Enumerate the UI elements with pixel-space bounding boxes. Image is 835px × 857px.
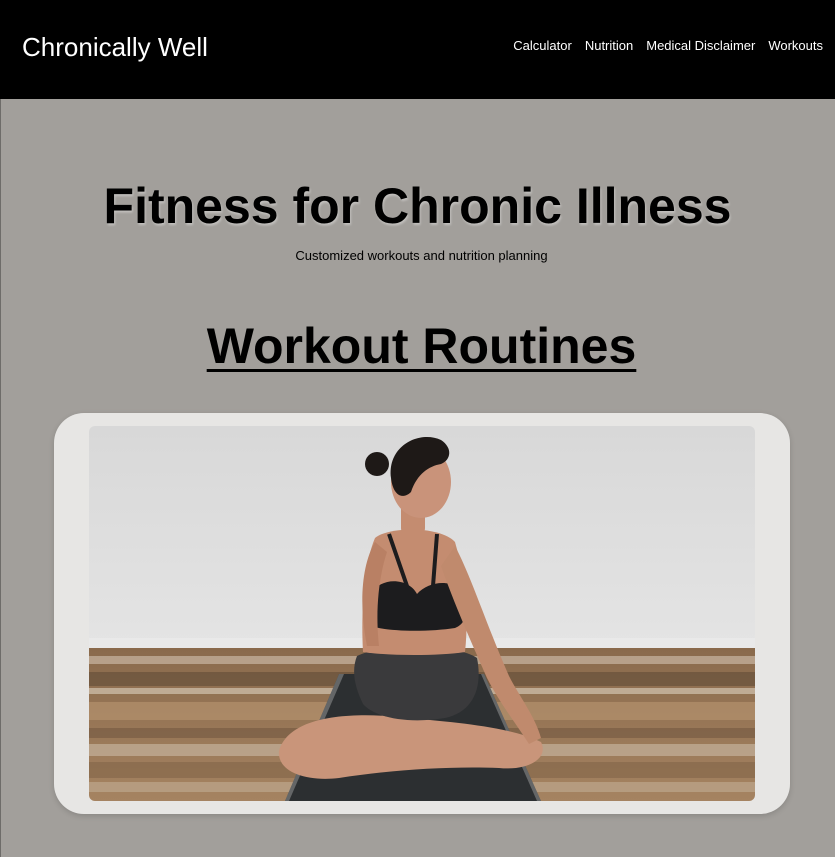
brand-link[interactable]: Chronically Well (22, 31, 208, 63)
yoga-photo (89, 426, 755, 801)
nav-link-nutrition[interactable]: Nutrition (585, 38, 633, 54)
hero-subtitle: Customized workouts and nutrition planni… (295, 248, 548, 263)
nav-link-calculator[interactable]: Calculator (513, 38, 572, 54)
nav-link-workouts[interactable]: Workouts (768, 38, 823, 54)
workout-routines-heading: Workout Routines (206, 318, 637, 374)
site-header: Chronically Well Calculator Nutrition Me… (0, 0, 835, 99)
workout-image-card (54, 413, 790, 814)
hero-title: Fitness for Chronic Illness (103, 178, 732, 234)
nav-link-medical-disclaimer[interactable]: Medical Disclaimer (646, 38, 755, 54)
main-nav: Calculator Nutrition Medical Disclaimer … (513, 38, 823, 54)
